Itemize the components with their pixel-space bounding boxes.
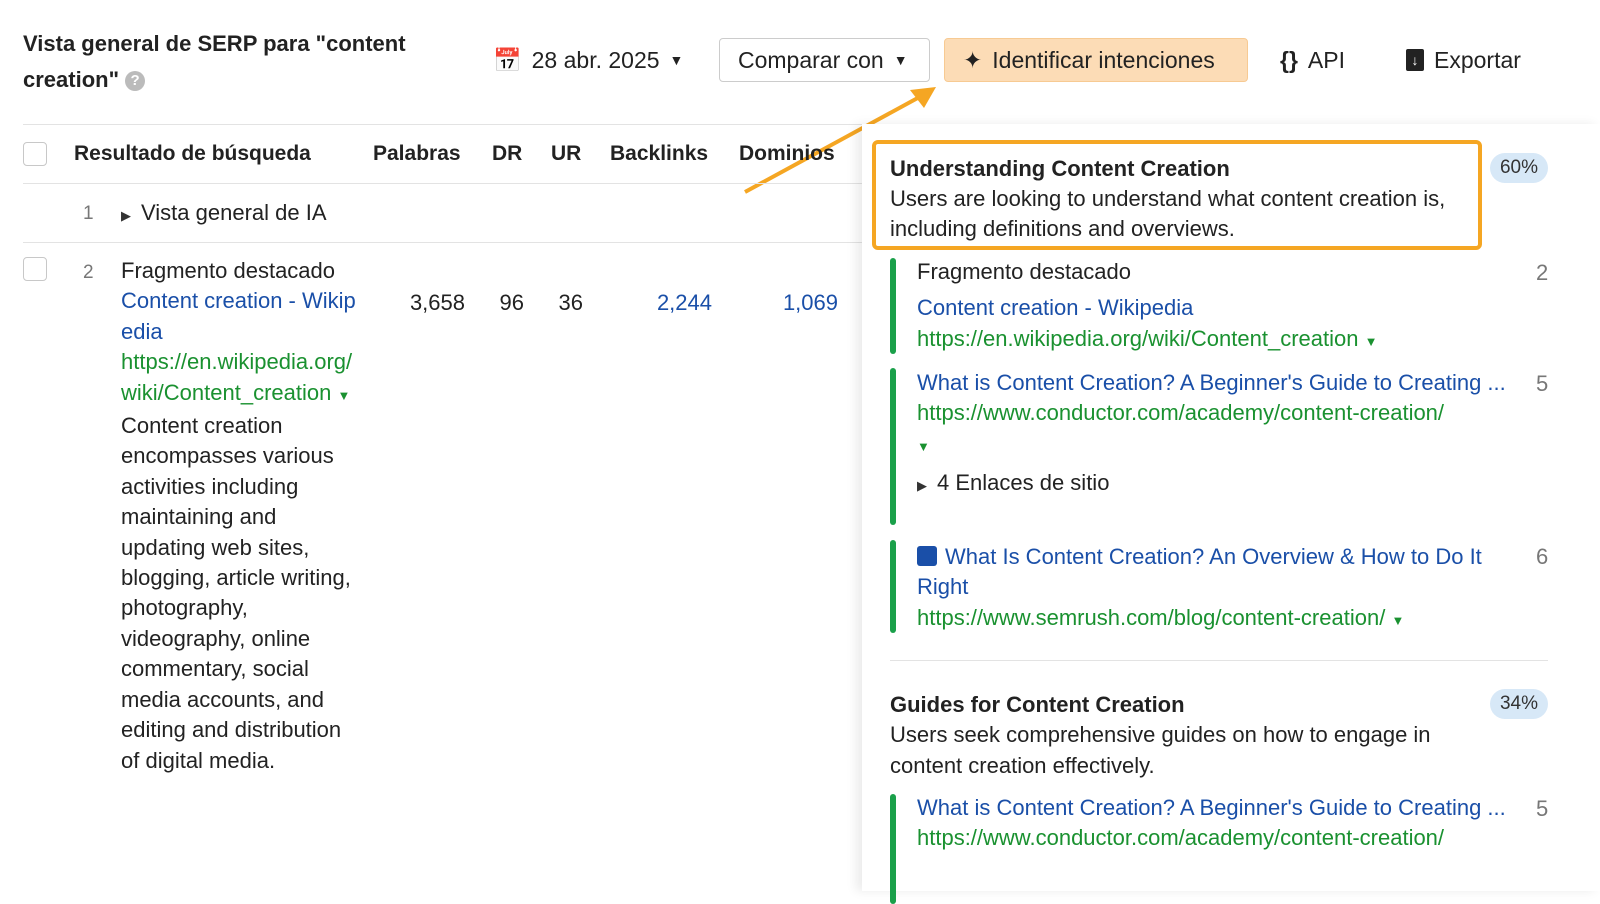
result-bar — [890, 258, 896, 354]
divider — [890, 660, 1548, 661]
column-header-result[interactable]: Resultado de búsqueda — [74, 142, 311, 166]
column-header-words[interactable]: Palabras — [373, 142, 461, 166]
intent-result: What is Content Creation? A Beginner's G… — [917, 793, 1522, 854]
column-header-backlinks[interactable]: Backlinks — [610, 142, 708, 166]
column-header-domains[interactable]: Dominios — [739, 142, 835, 166]
result-rank: 5 — [1536, 796, 1549, 821]
intent-result: Fragmento destacado Content creation - W… — [917, 257, 1522, 357]
result-type: Fragmento destacado — [121, 258, 336, 283]
result-snippet: Content creation encompasses various act… — [121, 413, 351, 773]
result-bar — [890, 368, 896, 525]
intent-title: Guides for Content Creation — [890, 692, 1185, 717]
column-header-dr[interactable]: DR — [492, 142, 522, 166]
result-rank: 2 — [1536, 260, 1549, 285]
intent-percent-badge: 60% — [1490, 153, 1548, 183]
backlinks-cell[interactable]: 2,244 — [657, 290, 712, 316]
divider — [23, 242, 863, 243]
result-url-link[interactable]: https://en.wikipedia.org/wiki/Content_cr… — [121, 349, 352, 404]
triangle-right-icon: ▶ — [121, 208, 131, 223]
intent-percent-badge: 34% — [1490, 689, 1548, 719]
dr-cell: 96 — [499, 290, 524, 315]
row-checkbox[interactable] — [23, 257, 47, 281]
divider — [23, 183, 863, 184]
result-cell: Fragmento destacado Content creation - W… — [121, 256, 361, 776]
result-title-link[interactable]: What Is Content Creation? An Overview & … — [917, 544, 1482, 599]
result-bar — [890, 540, 896, 633]
result-title-link[interactable]: What is Content Creation? A Beginner's G… — [917, 793, 1522, 823]
intent-card: Guides for Content Creation Users seek c… — [890, 690, 1490, 781]
result-title-link[interactable]: What is Content Creation? A Beginner's G… — [917, 368, 1522, 398]
result-title-link[interactable]: Content creation - Wikipedia — [121, 286, 361, 347]
chevron-down-icon[interactable]: ▼ — [337, 388, 350, 403]
ur-cell: 36 — [558, 290, 583, 315]
result-type: Fragmento destacado — [917, 259, 1132, 284]
column-header-ur[interactable]: UR — [551, 142, 581, 166]
intent-result: What is Content Creation? A Beginner's G… — [917, 368, 1522, 502]
row-position: 2 — [83, 262, 94, 283]
chevron-down-icon[interactable]: ▼ — [1365, 334, 1378, 349]
result-url-link[interactable]: https://www.conductor.com/academy/conten… — [917, 823, 1522, 853]
sitelinks-toggle[interactable]: ▶ 4 Enlaces de sitio — [917, 468, 1522, 501]
triangle-right-icon: ▶ — [917, 478, 927, 494]
domains-cell[interactable]: 1,069 — [783, 290, 838, 316]
chevron-down-icon[interactable]: ▼ — [917, 439, 930, 454]
result-bar — [890, 794, 896, 904]
words-cell: 3,658 — [409, 290, 465, 315]
ai-overview-label: Vista general de IA — [141, 200, 327, 225]
ai-overview-toggle[interactable]: ▶ Vista general de IA — [121, 200, 327, 226]
result-url-link[interactable]: https://en.wikipedia.org/wiki/Content_cr… — [917, 326, 1358, 351]
result-rank: 5 — [1536, 371, 1549, 396]
select-all-checkbox[interactable] — [23, 142, 47, 166]
intent-description: Users seek comprehensive guides on how t… — [890, 722, 1431, 778]
intent-result: What Is Content Creation? An Overview & … — [917, 542, 1522, 636]
row-position: 1 — [83, 203, 94, 224]
sitelinks-label: 4 Enlaces de sitio — [937, 470, 1110, 496]
intent-description: Users are looking to understand what con… — [890, 186, 1446, 241]
intent-title: Understanding Content Creation — [890, 156, 1230, 181]
result-title-link[interactable]: Content creation - Wikipedia — [917, 293, 1522, 323]
result-url-link[interactable]: https://www.semrush.com/blog/content-cre… — [917, 605, 1385, 630]
chevron-down-icon[interactable]: ▼ — [1391, 613, 1404, 628]
result-rank: 6 — [1536, 544, 1549, 569]
image-icon — [917, 546, 937, 566]
intents-panel: Understanding Content Creation Users are… — [862, 124, 1600, 904]
result-url-link[interactable]: https://www.conductor.com/academy/conten… — [917, 400, 1444, 425]
divider — [23, 124, 863, 125]
intent-card-highlighted: Understanding Content Creation Users are… — [872, 140, 1482, 250]
